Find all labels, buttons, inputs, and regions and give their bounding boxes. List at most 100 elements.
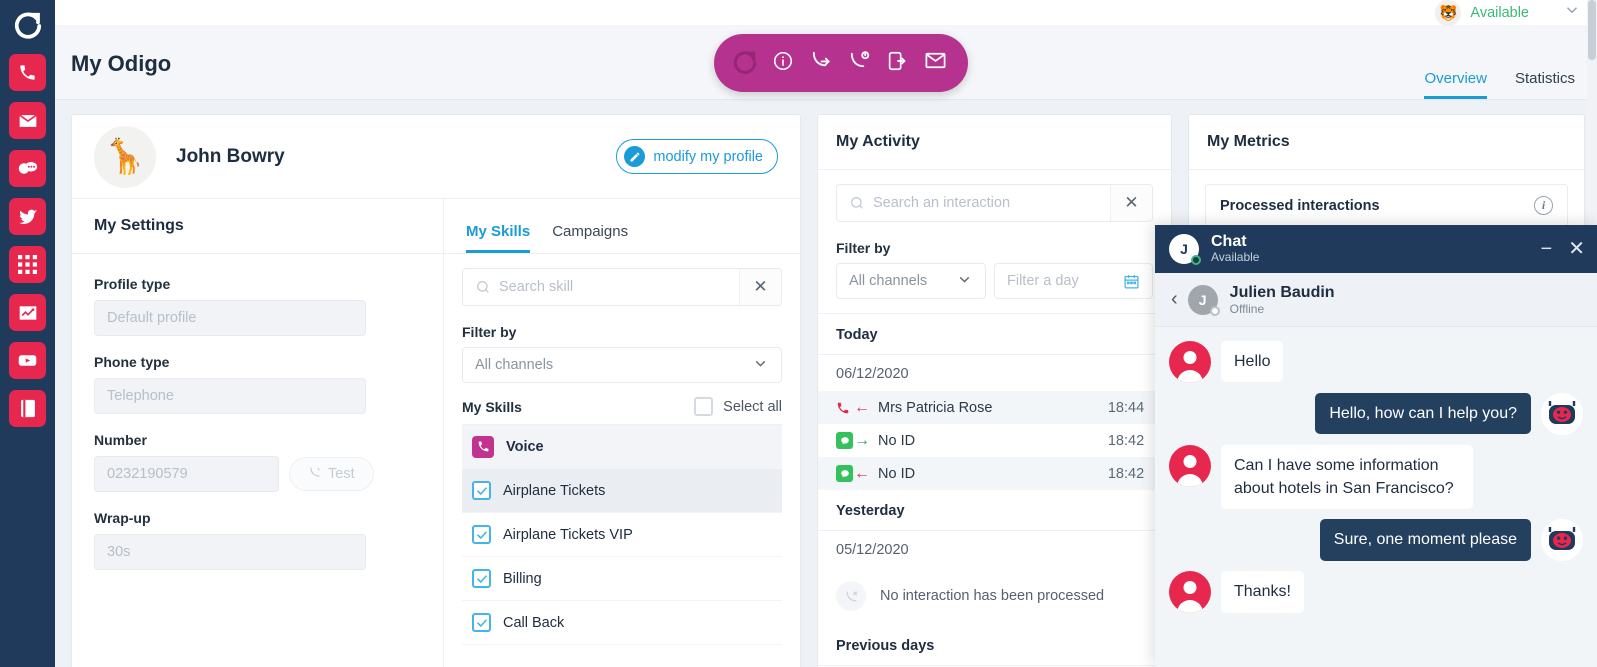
toolbar-info-button[interactable] [766, 46, 800, 80]
rail-item-twitter[interactable] [9, 198, 46, 235]
close-icon[interactable]: ✕ [1568, 239, 1585, 259]
chat-message-list[interactable]: Hello Hello, how can I help you? Can I h… [1155, 327, 1597, 667]
list-item[interactable]: Call Back [462, 601, 782, 645]
tab-campaigns[interactable]: Campaigns [552, 223, 628, 253]
rail-item-directory[interactable] [9, 390, 46, 427]
wrapup-input[interactable]: 30s [94, 534, 366, 570]
list-item-label: Voice [506, 438, 544, 455]
modify-profile-button[interactable]: modify my profile [616, 139, 778, 174]
activity-empty-label: No interaction has been processed [880, 588, 1105, 604]
search-icon [837, 195, 873, 211]
field-label: Phone type [94, 354, 170, 370]
list-item[interactable]: Billing [462, 557, 782, 601]
list-item[interactable]: Airplane Tickets VIP [462, 513, 782, 557]
activity-filter-label: Filter by [836, 240, 891, 256]
close-icon[interactable]: ✕ [1110, 185, 1152, 221]
page-title: My Odigo [71, 51, 172, 76]
envelope-icon [18, 111, 38, 131]
list-item[interactable]: Airplane Tickets [462, 469, 782, 513]
avatar-emoji: 🦒 [103, 137, 147, 176]
chevron-left-icon[interactable]: ‹ [1167, 288, 1188, 311]
toolbar-hold-button[interactable] [842, 46, 876, 80]
pencil-icon [624, 146, 646, 167]
tab-overview[interactable]: Overview [1424, 70, 1487, 99]
phone-icon [308, 465, 322, 483]
skill-checkbox[interactable] [472, 481, 491, 500]
day-filter-input[interactable]: Filter a day [994, 263, 1153, 299]
avatar: J [1187, 284, 1220, 316]
odigo-logo-icon [728, 46, 762, 80]
page-scrollbar[interactable] [1587, 0, 1597, 225]
my-activity-title: My Activity [818, 115, 1171, 170]
call-control-toolbar [714, 34, 968, 92]
odigo-logo-icon[interactable] [8, 6, 48, 46]
chat-widget: J Chat Available − ✕ ‹ J Julien Baudin O… [1155, 225, 1597, 667]
search-input[interactable] [873, 195, 1110, 211]
sms-icon [836, 465, 854, 482]
profile-header: 🦒 John Bowry modify my profile [72, 115, 800, 199]
chat-title: Chat [1211, 232, 1247, 250]
close-icon[interactable]: ✕ [739, 269, 781, 305]
phone-type-input[interactable]: Telephone [94, 378, 366, 414]
interaction-name: Mrs Patricia Rose [878, 399, 993, 416]
number-input[interactable]: 0232190579 [94, 456, 279, 492]
activity-channel-select[interactable]: All channels [836, 263, 986, 299]
test-number-button[interactable]: Test [289, 457, 374, 491]
skill-checkbox[interactable] [472, 569, 491, 588]
list-item[interactable]: Voice [462, 425, 782, 469]
inbound-arrow-icon: ← [854, 464, 870, 482]
offline-status-dot [1209, 305, 1220, 316]
skills-filter-label: Filter by [462, 324, 517, 340]
interaction-time: 18:42 [1107, 432, 1145, 449]
skill-checkbox[interactable] [472, 613, 491, 632]
scrollbar-thumb[interactable] [1588, 0, 1596, 60]
skill-search-box: ✕ [462, 268, 782, 306]
select-all-control[interactable]: Select all [694, 397, 782, 416]
field-label: Number [94, 432, 147, 448]
rail-item-chat[interactable] [9, 150, 46, 187]
chevron-down-icon[interactable] [1563, 1, 1581, 24]
rail-item-statistics[interactable] [9, 294, 46, 331]
search-input[interactable] [499, 279, 739, 295]
list-item-label: Call Back [503, 614, 565, 631]
activity-section-title: Yesterday [818, 490, 1171, 531]
rail-item-dialpad[interactable] [9, 246, 46, 283]
field-label: Profile type [94, 276, 171, 292]
table-row[interactable]: ← No ID 18:42 › [818, 457, 1171, 490]
calendar-icon[interactable] [1123, 273, 1140, 290]
toolbar-transfer-button[interactable] [804, 46, 838, 80]
agent-status[interactable]: 🐯 Available [1435, 0, 1529, 26]
activity-section-date: 06/12/2020 [836, 366, 909, 382]
tab-my-skills[interactable]: My Skills [466, 223, 531, 253]
activity-section-date: 05/12/2020 [836, 542, 909, 558]
tab-statistics[interactable]: Statistics [1515, 70, 1575, 99]
day-filter-placeholder: Filter a day [1007, 273, 1079, 289]
my-skills-section: My Skills Campaigns ✕ Filter by [444, 199, 800, 667]
rail-item-phone[interactable] [9, 54, 46, 91]
dialpad-grid-icon [18, 255, 37, 274]
toolbar-device-transfer-button[interactable] [880, 46, 914, 80]
skills-channel-select[interactable]: All channels [462, 347, 782, 383]
select-all-checkbox[interactable] [694, 397, 714, 416]
chat-widget-header: J Chat Available − ✕ [1155, 225, 1597, 273]
rail-item-email[interactable] [9, 102, 46, 139]
chat-bubble: Hello, how can I help you? [1315, 393, 1531, 435]
profile-type-input[interactable]: Default profile [94, 300, 366, 336]
chat-bubble: Sure, one moment please [1319, 519, 1531, 561]
chart-icon [18, 303, 38, 323]
rail-item-video[interactable] [9, 342, 46, 379]
minimize-icon[interactable]: − [1541, 239, 1553, 259]
info-icon[interactable]: i [1534, 196, 1553, 215]
top-status-bar: 🐯 Available [55, 0, 1597, 26]
phone-icon [836, 401, 854, 415]
field-number: Number 0232190579 Test [94, 432, 421, 492]
metric-card-processed-interactions: Processed interactions i [1205, 184, 1568, 228]
interaction-name: No ID [878, 432, 916, 449]
chat-bubble: Can I have some information about hotels… [1221, 445, 1473, 510]
toolbar-email-button[interactable] [918, 46, 952, 80]
skill-checkbox[interactable] [472, 525, 491, 544]
table-row[interactable]: ← Mrs Patricia Rose 18:44 › [818, 391, 1171, 424]
table-row[interactable]: → No ID 18:42 › [818, 424, 1171, 457]
status-badge: Available [1470, 4, 1529, 21]
skills-list-title: My Skills [462, 398, 522, 415]
